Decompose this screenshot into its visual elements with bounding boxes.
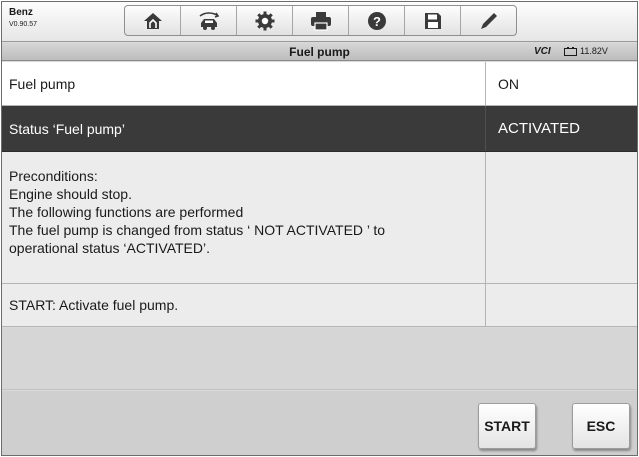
row-label: Status ‘Fuel pump’ [9, 120, 125, 137]
app-screen: Benz V0.90.57 ? Fuel pump VCI 11.82V Fue… [1, 1, 638, 456]
row-value: ON [485, 62, 637, 105]
title-bar: Fuel pump VCI 11.82V [2, 43, 637, 61]
settings-button[interactable] [237, 6, 293, 35]
help-icon: ? [367, 11, 386, 30]
vehicle-swap-button[interactable] [181, 6, 237, 35]
settings-icon [255, 11, 274, 30]
action-row: START: Activate fuel pump. [2, 284, 637, 327]
info-text: Preconditions: Engine should stop. The f… [2, 152, 485, 283]
bottom-bar: START ESC [2, 391, 637, 455]
info-value-cell [485, 152, 637, 283]
help-button[interactable]: ? [349, 6, 405, 35]
info-row-preconditions: Preconditions: Engine should stop. The f… [2, 152, 637, 284]
info-line: Preconditions: [9, 168, 98, 184]
info-line: operational status ‘ACTIVATED’. [9, 240, 211, 256]
start-button[interactable]: START [478, 403, 536, 449]
save-button[interactable] [405, 6, 461, 35]
toolbar: Benz V0.90.57 ? [2, 2, 637, 42]
row-label: Fuel pump [9, 75, 76, 92]
brand-name: Benz [9, 7, 33, 18]
info-line: Engine should stop. [9, 186, 132, 202]
home-button[interactable] [125, 6, 181, 35]
empty-area [2, 328, 637, 390]
print-icon [310, 11, 331, 31]
save-icon [424, 12, 441, 29]
battery-icon [564, 46, 577, 56]
row-value: ACTIVATED [485, 106, 637, 151]
toolbar-buttons: ? [124, 5, 517, 36]
info-line: The following functions are performed [9, 204, 244, 220]
table-row-fuel-pump[interactable]: Fuel pump ON [2, 62, 637, 106]
home-icon [143, 12, 162, 29]
action-value-cell [485, 284, 637, 326]
action-label: START: Activate fuel pump. [9, 297, 179, 313]
vci-indicator: VCI [534, 46, 551, 57]
table-row-status-selected[interactable]: Status ‘Fuel pump’ ACTIVATED [2, 106, 637, 152]
print-button[interactable] [293, 6, 349, 35]
pen-button[interactable] [461, 6, 516, 35]
brand-block: Benz V0.90.57 [9, 7, 38, 29]
svg-text:?: ? [373, 14, 381, 29]
pen-icon [480, 12, 497, 29]
battery-voltage: 11.82V [564, 46, 608, 56]
version-label: V0.90.57 [9, 21, 38, 28]
info-line: The fuel pump is changed from status ‘ N… [9, 222, 386, 238]
vehicle-swap-icon [199, 11, 219, 30]
voltage-value: 11.82V [580, 46, 608, 56]
esc-button[interactable]: ESC [572, 403, 630, 449]
